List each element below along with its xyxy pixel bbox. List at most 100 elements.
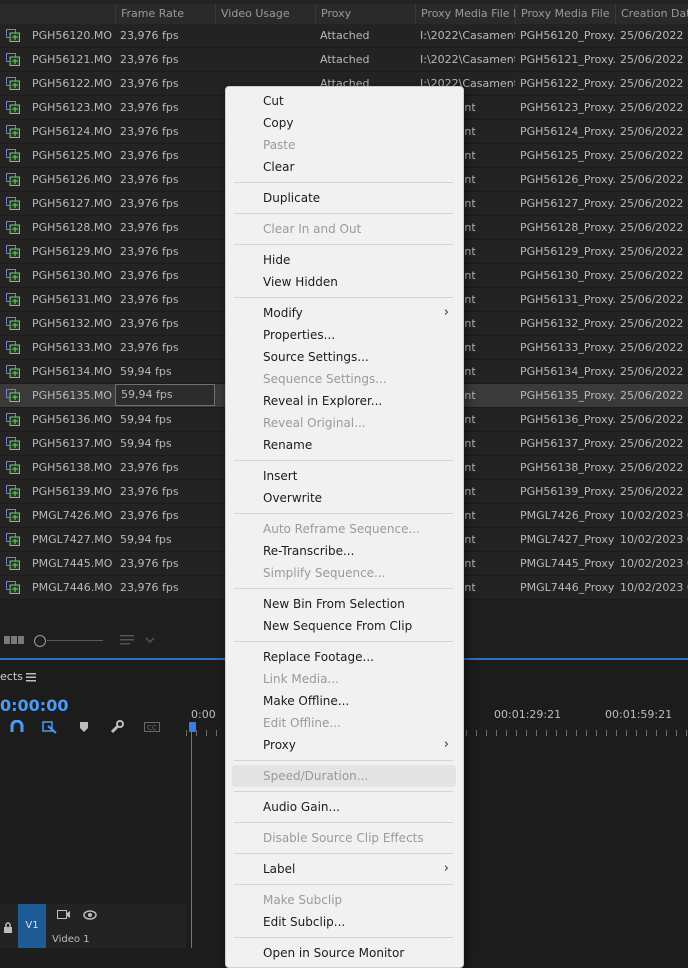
menu-item-auto-reframe-sequence[interactable]: Auto Reframe Sequence... [226,518,463,540]
clip-name[interactable]: PGH56138.MO [0,456,115,479]
frame-rate-cell[interactable]: 59,94 fps [115,384,215,406]
snap-icon[interactable] [10,720,24,734]
menu-item-edit-offline[interactable]: Edit Offline... [226,712,463,734]
source-track-v1[interactable]: V1 [18,904,46,948]
proxy-file-cell: PGH56129_Proxy. [520,245,615,258]
freeform-view-icon[interactable] [4,634,24,646]
menu-item-cut[interactable]: Cut [226,90,463,112]
clip-name[interactable]: PGH56139.MO [0,480,115,503]
menu-item-new-sequence-from-clip[interactable]: New Sequence From Clip [226,615,463,637]
clip-name[interactable]: PGH56120.MO [0,24,115,47]
column-header-proxy-media-file[interactable]: Proxy Media File [515,4,615,24]
clip-name[interactable]: PGH56128.MO [0,216,115,239]
column-header-frame-rate[interactable]: Frame Rate [115,4,215,24]
clip-name[interactable]: PGH56127.MO [0,192,115,215]
clip-name[interactable]: PGH56130.MO [0,264,115,287]
clip-name[interactable]: PMGL7426.MO [0,504,115,527]
proxy-file-cell: PGH56125_Proxy. [520,149,615,162]
panel-menu-icon[interactable] [26,672,36,682]
menu-item-new-bin-from-selection[interactable]: New Bin From Selection [226,593,463,615]
creation-date-cell: 25/06/2022 12 [620,341,688,354]
frame-rate-cell: 23,976 fps [120,125,179,138]
menu-item-edit-subclip[interactable]: Edit Subclip... [226,911,463,933]
playhead-timecode[interactable]: 0:00:00 [0,696,68,715]
menu-item-modify[interactable]: Modify › [226,302,463,324]
captions-icon[interactable]: CC [144,722,160,732]
zoom-slider-handle[interactable] [34,635,46,647]
clip-name[interactable]: PGH56132.MO [0,312,115,335]
zoom-slider-track[interactable] [47,640,103,641]
menu-item-overwrite[interactable]: Overwrite [226,487,463,509]
menu-separator [234,791,453,792]
menu-item-copy[interactable]: Copy [226,112,463,134]
menu-item-hide[interactable]: Hide [226,249,463,271]
column-header-creation-date[interactable]: Creation Date [615,4,688,24]
menu-item-view-hidden[interactable]: View Hidden [226,271,463,293]
menu-item-duplicate[interactable]: Duplicate [226,187,463,209]
menu-item-make-subclip[interactable]: Make Subclip [226,889,463,911]
menu-item-properties[interactable]: Properties... [226,324,463,346]
menu-item-open-in-source-monitor[interactable]: Open in Source Monitor [226,942,463,964]
clip-name[interactable]: PGH56122.MO [0,72,115,95]
sort-icons-icon[interactable] [120,634,160,646]
column-header-video-usage[interactable]: Video Usage [215,4,315,24]
clip-name[interactable]: PGH56137.MO [0,432,115,455]
clip-name[interactable]: PGH56123.MO [0,96,115,119]
clip-name[interactable]: PGH56134.MO [0,360,115,383]
clip-name[interactable]: PMGL7427.MO [0,528,115,551]
column-header-proxy[interactable]: Proxy [315,4,415,24]
clip-row[interactable]: PGH56120.MO 23,976 fps Attached I:\2022\Cas… [0,24,688,48]
menu-item-clear[interactable]: Clear [226,156,463,178]
sync-lock-icon[interactable] [57,910,71,920]
menu-item-reveal-original[interactable]: Reveal Original... [226,412,463,434]
menu-item-rename[interactable]: Rename [226,434,463,456]
menu-item-source-settings[interactable]: Source Settings... [226,346,463,368]
proxy-file-cell: PGH56137_Proxy. [520,437,615,450]
menu-item-label: Clear In and Out [263,222,362,236]
timeline-panel-label[interactable]: ects [0,670,23,683]
clip-name[interactable]: PGH56136.MO [0,408,115,431]
menu-item-label[interactable]: Label › [226,858,463,880]
clip-name[interactable]: PGH56133.MO [0,336,115,359]
clip-name[interactable]: PGH56129.MO [0,240,115,263]
menu-item-disable-source-clip-effects[interactable]: Disable Source Clip Effects [226,827,463,849]
frame-rate-cell: 23,976 fps [120,509,179,522]
menu-item-proxy[interactable]: Proxy › [226,734,463,756]
menu-item-label: Source Settings... [263,350,369,364]
clip-name[interactable]: PGH56135.MO [0,384,115,407]
creation-date-cell: 25/06/2022 12 [620,173,688,186]
frame-rate-cell: 23,976 fps [120,293,179,306]
clip-name[interactable]: PGH56121.MO [0,48,115,71]
menu-item-replace-footage[interactable]: Replace Footage... [226,646,463,668]
menu-item-audio-gain[interactable]: Audio Gain... [226,796,463,818]
linked-selection-icon[interactable] [42,720,58,734]
column-header-proxy-media-file-path[interactable]: Proxy Media File P [415,4,515,24]
menu-separator [234,244,453,245]
menu-item-make-offline[interactable]: Make Offline... [226,690,463,712]
menu-item-sequence-settings[interactable]: Sequence Settings... [226,368,463,390]
wrench-icon[interactable] [110,720,124,734]
clip-name[interactable]: PGH56126.MO [0,168,115,191]
clip-row[interactable]: PGH56121.MO 23,976 fps Attached I:\2022\Cas… [0,48,688,72]
proxy-file-cell: PGH56138_Proxy. [520,461,615,474]
menu-item-label: Auto Reframe Sequence... [263,522,420,536]
toggle-track-output-icon[interactable] [83,910,97,920]
lock-icon[interactable] [3,922,13,934]
menu-item-simplify-sequence[interactable]: Simplify Sequence... [226,562,463,584]
menu-item-link-media[interactable]: Link Media... [226,668,463,690]
clip-name[interactable]: PGH56124.MO [0,120,115,143]
clip-name[interactable]: PMGL7446.MO [0,576,115,599]
menu-item-insert[interactable]: Insert [226,465,463,487]
proxy-file-cell: PGH56139_Proxy. [520,485,615,498]
add-marker-icon[interactable] [79,721,89,733]
menu-item-re-transcribe[interactable]: Re-Transcribe... [226,540,463,562]
menu-item-speed-duration[interactable]: Speed/Duration... [232,765,456,787]
menu-separator [234,760,453,761]
clip-name[interactable]: PMGL7445.MO [0,552,115,575]
menu-item-clear-in-and-out[interactable]: Clear In and Out [226,218,463,240]
menu-item-reveal-in-explorer[interactable]: Reveal in Explorer... [226,390,463,412]
menu-item-label: Proxy [263,738,296,752]
menu-item-paste[interactable]: Paste [226,134,463,156]
clip-name[interactable]: PGH56131.MO [0,288,115,311]
clip-name[interactable]: PGH56125.MO [0,144,115,167]
